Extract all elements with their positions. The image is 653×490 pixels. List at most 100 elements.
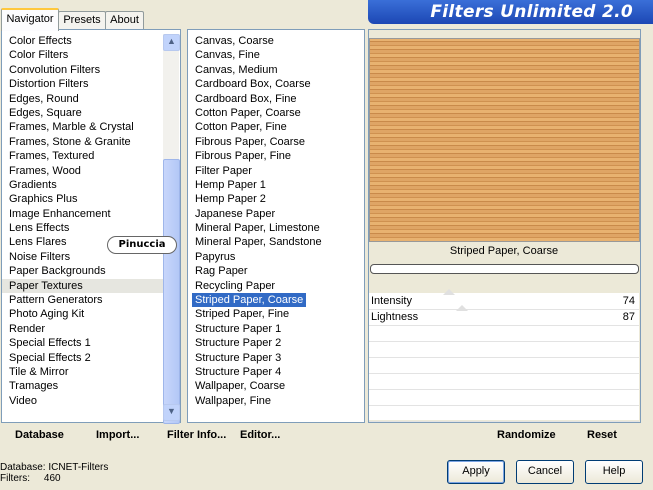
category-item[interactable]: Video xyxy=(2,394,164,408)
filter-item[interactable]: Canvas, Coarse xyxy=(188,34,362,48)
filter-item[interactable]: Structure Paper 3 xyxy=(188,351,362,365)
category-item[interactable]: Edges, Square xyxy=(2,106,164,120)
filter-row: Mineral Paper, Limestone xyxy=(188,221,362,235)
param-row-empty xyxy=(369,357,639,374)
param-slider-marker[interactable] xyxy=(455,305,468,311)
category-item[interactable]: Render xyxy=(2,322,164,336)
tab-navigator[interactable]: Navigator xyxy=(1,8,59,31)
status-info: Database: ICNET-Filters Filters: 460 xyxy=(0,462,108,484)
filter-row: Structure Paper 4 xyxy=(188,365,362,379)
filter-item[interactable]: Striped Paper, Coarse xyxy=(192,293,307,308)
filter-item[interactable]: Cotton Paper, Fine xyxy=(188,120,362,134)
category-item[interactable]: Edges, Round xyxy=(2,92,164,106)
apply-button[interactable]: Apply xyxy=(447,460,505,484)
filter-item[interactable]: Cardboard Box, Coarse xyxy=(188,77,362,91)
param-row-lightness[interactable]: Lightness 87 xyxy=(369,305,639,326)
category-item[interactable]: Gradients xyxy=(2,178,164,192)
filter-info-button[interactable]: Filter Info... xyxy=(167,429,226,441)
database-button[interactable]: Database xyxy=(15,429,64,441)
category-item[interactable]: Photo Aging Kit xyxy=(2,307,164,321)
filter-item[interactable]: Filter Paper xyxy=(188,164,362,178)
filter-row: Wallpaper, Fine xyxy=(188,394,362,408)
filter-item[interactable]: Cardboard Box, Fine xyxy=(188,92,362,106)
filter-item[interactable]: Mineral Paper, Sandstone xyxy=(188,235,362,249)
filter-row: Fibrous Paper, Coarse xyxy=(188,135,362,149)
param-value: 74 xyxy=(622,295,635,307)
filter-row: Filter Paper xyxy=(188,164,362,178)
filter-item[interactable]: Japanese Paper xyxy=(188,207,362,221)
filter-item[interactable]: Canvas, Medium xyxy=(188,63,362,77)
category-item[interactable]: Paper Textures xyxy=(2,278,164,294)
param-slider-marker[interactable] xyxy=(442,289,455,295)
preview-image xyxy=(369,38,640,242)
category-item[interactable]: Special Effects 1 xyxy=(2,336,164,350)
filter-item[interactable]: Hemp Paper 2 xyxy=(188,192,362,206)
param-row-empty xyxy=(369,389,639,406)
category-item[interactable]: Tramages xyxy=(2,379,164,393)
category-item[interactable]: Graphics Plus xyxy=(2,192,164,206)
category-item[interactable]: Pattern Generators xyxy=(2,293,164,307)
category-item[interactable]: Lens Effects xyxy=(2,221,164,235)
category-item[interactable]: Frames, Marble & Crystal xyxy=(2,120,164,134)
scroll-thumb[interactable] xyxy=(163,159,180,424)
preview-filter-name: Striped Paper, Coarse xyxy=(449,245,559,257)
filter-item[interactable]: Striped Paper, Fine xyxy=(188,307,362,321)
tab-presets[interactable]: Presets xyxy=(58,11,106,29)
filter-item[interactable]: Hemp Paper 1 xyxy=(188,178,362,192)
filter-row: Hemp Paper 1 xyxy=(188,178,362,192)
help-button[interactable]: Help xyxy=(585,460,643,484)
tab-about[interactable]: About xyxy=(105,11,144,29)
filter-item[interactable]: Papyrus xyxy=(188,250,362,264)
filter-item[interactable]: Fibrous Paper, Fine xyxy=(188,149,362,163)
watermark-badge: Pinuccia xyxy=(107,236,177,254)
category-scrollbar[interactable]: ▲ ▼ xyxy=(163,34,180,424)
category-item[interactable]: Paper Backgrounds xyxy=(2,264,164,278)
category-item[interactable]: Convolution Filters xyxy=(2,63,164,77)
category-item[interactable]: Color Effects xyxy=(2,34,164,48)
editor-button[interactable]: Editor... xyxy=(240,429,280,441)
filter-item[interactable]: Cotton Paper, Coarse xyxy=(188,106,362,120)
filter-row: Hemp Paper 2 xyxy=(188,192,362,206)
filter-row: Fibrous Paper, Fine xyxy=(188,149,362,163)
filter-row: Mineral Paper, Sandstone xyxy=(188,235,362,249)
filter-item[interactable]: Structure Paper 1 xyxy=(188,322,362,336)
filter-item[interactable]: Wallpaper, Coarse xyxy=(188,379,362,393)
database-value: ICNET-Filters xyxy=(48,462,109,473)
randomize-button[interactable]: Randomize xyxy=(497,429,556,441)
category-item[interactable]: Distortion Filters xyxy=(2,77,164,91)
param-row-empty xyxy=(369,325,639,342)
filter-item[interactable]: Structure Paper 4 xyxy=(188,365,362,379)
category-item[interactable]: Tile & Mirror xyxy=(2,365,164,379)
filter-row: Structure Paper 1 xyxy=(188,322,362,336)
param-label: Intensity xyxy=(371,295,412,307)
category-item[interactable]: Color Filters xyxy=(2,48,164,62)
category-item[interactable]: Frames, Stone & Granite xyxy=(2,135,164,149)
filter-item[interactable]: Rag Paper xyxy=(188,264,362,278)
cancel-button[interactable]: Cancel xyxy=(516,460,574,484)
reset-button[interactable]: Reset xyxy=(587,429,617,441)
category-item[interactable]: Frames, Wood xyxy=(2,164,164,178)
category-item[interactable]: Image Enhancement xyxy=(2,207,164,221)
category-items: Color Effects Color Filters Convolution Fi… xyxy=(2,34,164,408)
filter-row: Striped Paper, Fine xyxy=(188,307,362,321)
chevron-down-icon[interactable]: ▼ xyxy=(163,404,180,421)
filter-list: Canvas, Coarse Canvas, Fine Canvas, Medium… xyxy=(187,29,365,423)
filter-item[interactable]: Mineral Paper, Limestone xyxy=(188,221,362,235)
filter-item[interactable]: Wallpaper, Fine xyxy=(188,394,362,408)
title-banner: Filters Unlimited 2.0 xyxy=(368,0,653,24)
category-item[interactable]: Special Effects 2 xyxy=(2,351,164,365)
chevron-up-icon[interactable]: ▲ xyxy=(163,34,180,51)
progress-bar xyxy=(370,264,639,274)
param-row-empty xyxy=(369,373,639,390)
filter-item[interactable]: Recycling Paper xyxy=(188,279,362,293)
param-row-intensity[interactable]: Intensity 74 xyxy=(369,289,639,310)
category-item[interactable]: Frames, Textured xyxy=(2,149,164,163)
param-value: 87 xyxy=(622,311,635,323)
filter-row: Japanese Paper xyxy=(188,207,362,221)
filter-item[interactable]: Structure Paper 2 xyxy=(188,336,362,350)
filter-item[interactable]: Canvas, Fine xyxy=(188,48,362,62)
filter-row: Structure Paper 3 xyxy=(188,351,362,365)
filter-item[interactable]: Fibrous Paper, Coarse xyxy=(188,135,362,149)
filter-row: Cardboard Box, Fine xyxy=(188,92,362,106)
import-button[interactable]: Import... xyxy=(96,429,139,441)
